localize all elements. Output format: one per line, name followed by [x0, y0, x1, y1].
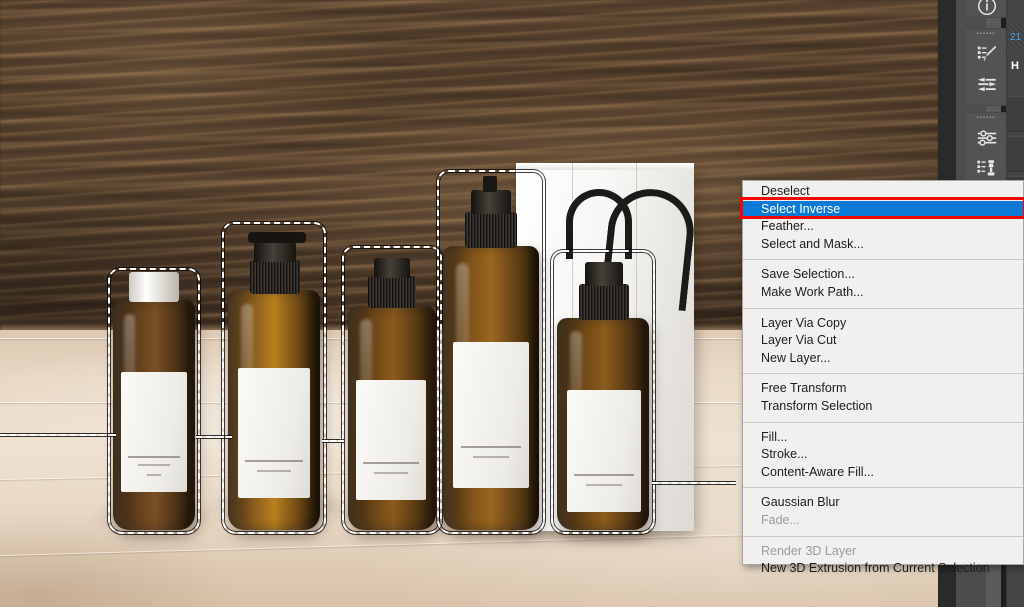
menu-separator	[743, 421, 1023, 423]
menu-item-fill[interactable]: Fill...	[743, 429, 1023, 447]
context-menu[interactable]: Deselect Select Inverse Feather... Select a…	[742, 180, 1024, 575]
menu-group: Fill... Stroke... Content-Aware Fill...	[743, 427, 1023, 484]
menu-separator	[743, 373, 1023, 375]
panel-grip[interactable]: ▪▪▪▪▪▪	[965, 113, 1007, 123]
spray-head	[471, 190, 511, 214]
panel-group-info[interactable]	[964, 0, 1008, 18]
bottle-1[interactable]	[113, 272, 195, 530]
menu-item-new-layer[interactable]: New Layer...	[743, 350, 1023, 368]
spray-collar	[579, 284, 629, 320]
selection-marquee-line	[196, 436, 232, 438]
info-circle-icon[interactable]	[965, 0, 1009, 21]
menu-item-make-work-path[interactable]: Make Work Path...	[743, 284, 1023, 302]
selection-marquee-line	[322, 440, 344, 442]
brush-presets-icon[interactable]	[965, 39, 1009, 69]
bottle-cap	[129, 272, 179, 302]
menu-group: Render 3D Layer New 3D Extrusion from Cur…	[743, 541, 1023, 580]
bottle-label	[453, 342, 529, 488]
menu-group: Deselect Select Inverse Feather... Select a…	[743, 181, 1023, 255]
panel-group-adjustments[interactable]: ▪▪▪▪▪▪	[964, 112, 1008, 190]
spray-stem	[483, 176, 497, 192]
selection-marquee-line	[652, 482, 736, 484]
menu-item-transform-selection[interactable]: Transform Selection	[743, 398, 1023, 416]
menu-item-content-aware-fill[interactable]: Content-Aware Fill...	[743, 464, 1023, 482]
menu-separator	[743, 487, 1023, 489]
bottle-label	[356, 380, 426, 500]
menu-item-render-3d-layer: Render 3D Layer	[761, 543, 857, 558]
adjustments-icon[interactable]	[965, 123, 1009, 153]
spray-head	[374, 258, 410, 278]
menu-group: Gaussian Blur Fade...	[743, 492, 1023, 531]
spray-collar	[368, 276, 416, 308]
pump-collar	[250, 260, 300, 294]
panel-row[interactable]	[1007, 136, 1024, 172]
menu-item-gaussian-blur[interactable]: Gaussian Blur	[743, 494, 1023, 512]
panel-value-number: 21	[1010, 32, 1022, 43]
bottle-5[interactable]	[557, 256, 649, 530]
menu-separator	[743, 259, 1023, 261]
bottle-4[interactable]	[443, 176, 539, 530]
bottle-label	[567, 390, 641, 512]
menu-item-free-transform[interactable]: Free Transform	[743, 380, 1023, 398]
menu-item-save-selection[interactable]: Save Selection...	[743, 266, 1023, 284]
menu-group: Layer Via Copy Layer Via Cut New Layer...	[743, 313, 1023, 370]
pump-arm	[248, 232, 306, 243]
menu-item-layer-via-cut[interactable]: Layer Via Cut	[743, 332, 1023, 350]
panel-row[interactable]	[1007, 96, 1024, 132]
menu-item-deselect[interactable]: Deselect	[743, 183, 1023, 201]
panel-group-brush[interactable]: ▪▪▪▪▪▪	[964, 28, 1008, 106]
menu-item-select-and-mask[interactable]: Select and Mask...	[743, 236, 1023, 254]
menu-item-stroke[interactable]: Stroke...	[743, 446, 1023, 464]
menu-group: Free Transform Transform Selection	[743, 378, 1023, 417]
bottle-2[interactable]	[228, 228, 320, 530]
clone-source-icon[interactable]	[965, 153, 1009, 183]
menu-group: Save Selection... Make Work Path...	[743, 264, 1023, 303]
bottle-label	[238, 368, 310, 498]
spray-collar	[465, 212, 517, 248]
spray-head	[585, 262, 623, 286]
bottle-3[interactable]	[348, 252, 436, 530]
menu-item-fade: Fade...	[761, 512, 800, 527]
panel-grip[interactable]: ▪▪▪▪▪▪	[965, 29, 1007, 39]
menu-separator	[743, 307, 1023, 309]
menu-item-new-3d-extrusion-from-current-selection[interactable]: New 3D Extrusion from Current Selection	[743, 560, 1023, 578]
pump-head	[254, 242, 296, 262]
menu-item-layer-via-copy[interactable]: Layer Via Copy	[743, 315, 1023, 333]
menu-separator	[743, 535, 1023, 537]
menu-item-feather[interactable]: Feather...	[743, 218, 1023, 236]
panel-letter-label: H	[1011, 60, 1019, 72]
brush-settings-icon[interactable]	[965, 69, 1009, 99]
selection-marquee-line	[0, 434, 116, 436]
menu-item-select-inverse[interactable]: Select Inverse	[743, 200, 1023, 219]
bottle-label	[121, 372, 187, 492]
